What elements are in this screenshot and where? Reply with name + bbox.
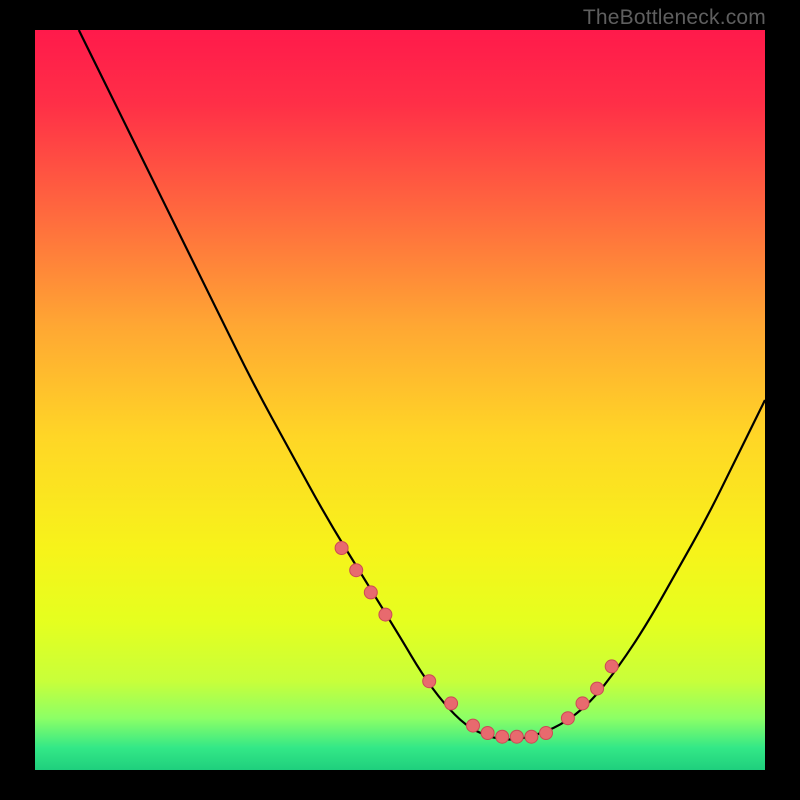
highlight-dot [467,719,480,732]
highlight-dot [423,675,436,688]
curve-layer [35,30,765,770]
plot-area [35,30,765,770]
highlight-dot [496,730,509,743]
highlight-dot [481,727,494,740]
highlight-dot [605,660,618,673]
chart-frame: TheBottleneck.com [0,0,800,800]
highlight-dot [335,542,348,555]
highlight-dot [591,682,604,695]
watermark-text: TheBottleneck.com [583,6,766,30]
highlight-dot [510,730,523,743]
highlight-dot [540,727,553,740]
highlight-dot [445,697,458,710]
highlight-dot [350,564,363,577]
highlight-dot [561,712,574,725]
highlight-dot [364,586,377,599]
highlight-dot [525,730,538,743]
bottleneck-curve [79,30,765,739]
highlight-dot [576,697,589,710]
highlight-dot [379,608,392,621]
